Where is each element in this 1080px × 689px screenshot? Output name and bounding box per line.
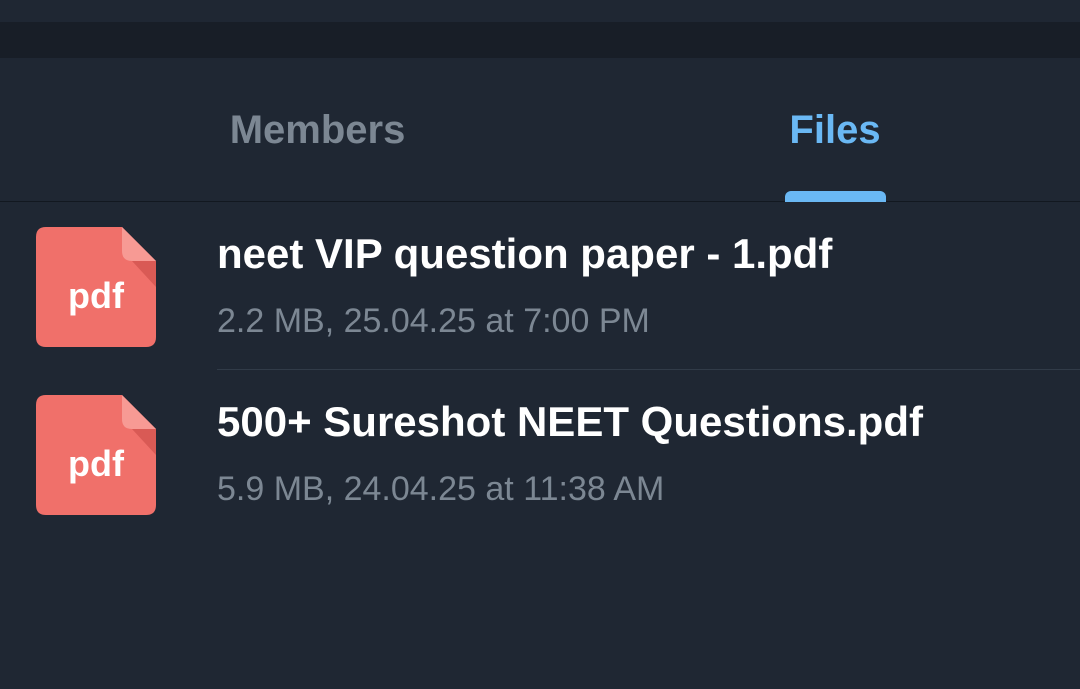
file-item[interactable]: pdf neet VIP question paper - 1.pdf 2.2 … bbox=[0, 202, 1080, 370]
pdf-file-icon: pdf bbox=[36, 227, 156, 347]
shared-media-screen: Members Files pdf neet VIP question pape… bbox=[0, 0, 1080, 689]
file-name: neet VIP question paper - 1.pdf bbox=[217, 230, 833, 277]
file-extension-label: pdf bbox=[68, 443, 124, 484]
file-name: 500+ Sureshot NEET Questions.pdf bbox=[217, 398, 923, 445]
tab-members[interactable]: Members bbox=[170, 58, 465, 202]
active-tab-indicator bbox=[785, 191, 886, 202]
top-strip bbox=[0, 0, 1080, 22]
tab-files[interactable]: Files bbox=[735, 58, 935, 202]
section-divider bbox=[0, 22, 1080, 58]
file-meta: 2.2 MB, 25.04.25 at 7:00 PM bbox=[217, 302, 650, 340]
file-meta: 5.9 MB, 24.04.25 at 11:38 AM bbox=[217, 470, 665, 508]
tab-bar: Members Files bbox=[0, 58, 1080, 202]
pdf-file-icon: pdf bbox=[36, 395, 156, 515]
file-extension-label: pdf bbox=[68, 275, 124, 316]
file-item[interactable]: pdf 500+ Sureshot NEET Questions.pdf 5.9… bbox=[0, 370, 1080, 538]
file-list: pdf neet VIP question paper - 1.pdf 2.2 … bbox=[0, 202, 1080, 538]
